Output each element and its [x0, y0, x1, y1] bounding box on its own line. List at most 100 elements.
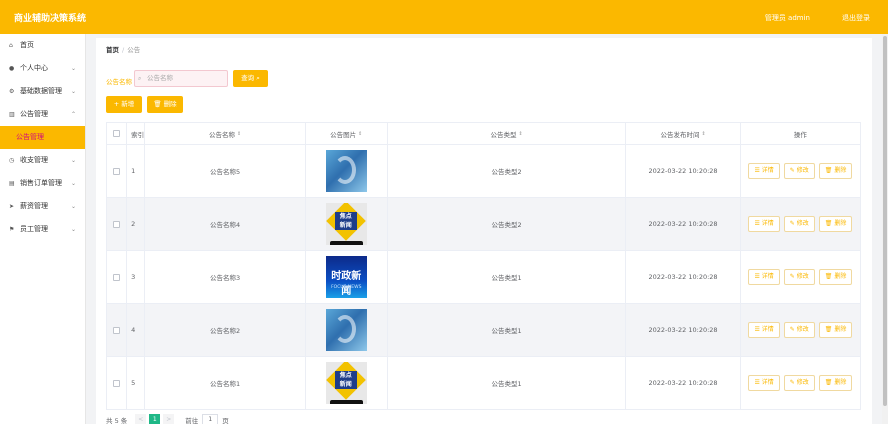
delete-button[interactable]: 🗑 删除 [818, 163, 853, 179]
notice-thumbnail[interactable] [325, 309, 367, 351]
prev-page-button[interactable]: < [135, 414, 147, 424]
header-type[interactable]: 公告类型 ⇕ [388, 123, 627, 144]
bulk-delete-label: 删除 [163, 100, 177, 108]
table-row: 2 公告名称4 焦点 新闻 公告类型2 2022-03-22 10:20:28 ☰… [107, 198, 862, 251]
thumb-headline: 时政新闻 [331, 271, 362, 297]
row-index: 4 [127, 304, 146, 356]
row-index: 2 [127, 198, 146, 250]
delete-button[interactable]: 🗑 删除 [818, 322, 853, 338]
query-button[interactable]: 查询 ⌕ [233, 70, 268, 87]
row-actions: ☰ 详情 ✎ 修改 🗑 删除 [741, 198, 862, 250]
table-row: 4 公告名称2 公告类型1 2022-03-22 10:20:28 ☰ 详情 ✎… [107, 304, 862, 357]
scrollbar-thumb[interactable] [883, 36, 887, 406]
row-name: 公告名称3 [145, 251, 306, 303]
edit-label: 修改 [796, 379, 809, 386]
detail-button[interactable]: ☰ 详情 [748, 322, 780, 338]
delete-label: 删除 [834, 273, 847, 280]
badge-text: 焦点 新闻 [334, 371, 357, 389]
breadcrumb-separator: / [122, 46, 125, 54]
chevron-down-icon: ⌄ [70, 180, 76, 187]
row-check-cell [107, 357, 128, 409]
sidebar-item-basic-data[interactable]: ⚙ 基础数据管理 ⌄ [0, 80, 85, 103]
logout-link[interactable]: 退出登录 [842, 13, 870, 23]
next-page-button[interactable]: > [163, 414, 175, 424]
notice-thumbnail[interactable]: 时政新闻 FOCUS NEWS [325, 256, 367, 298]
delete-label: 删除 [834, 167, 847, 174]
swirl-graphic [333, 156, 356, 184]
header-name[interactable]: 公告名称 ⇕ [145, 123, 306, 144]
sidebar-item-notice-group[interactable]: ▥ 公告管理 ⌃ [0, 103, 85, 126]
detail-label: 详情 [761, 273, 774, 280]
breadcrumb-home[interactable]: 首页 [106, 46, 119, 54]
row-type: 公告类型1 [388, 357, 627, 409]
row-checkbox[interactable] [113, 273, 121, 281]
select-all-checkbox[interactable] [113, 130, 121, 137]
goto-page-input[interactable]: 1 [202, 414, 219, 424]
sidebar-item-staff[interactable]: ⚑ 员工管理 ⌄ [0, 218, 85, 241]
bulk-delete-button[interactable]: 🗑 删除 [147, 96, 183, 113]
page-scrollbar[interactable] [882, 34, 888, 424]
row-check-cell [107, 198, 128, 250]
detail-label: 详情 [761, 379, 774, 386]
header-image[interactable]: 公告图片 ⇕ [306, 123, 388, 144]
sidebar-item-sales-orders[interactable]: ▤ 销售订单管理 ⌄ [0, 172, 85, 195]
sidebar-item-label: 个人中心 [20, 64, 48, 72]
edit-icon: ✎ [789, 273, 795, 280]
notice-thumbnail[interactable] [325, 150, 367, 192]
edit-button[interactable]: ✎ 修改 [783, 269, 815, 285]
sidebar-item-salary[interactable]: ➤ 薪资管理 ⌄ [0, 195, 85, 218]
sort-icon: ⇕ [236, 130, 242, 137]
delete-button[interactable]: 🗑 删除 [818, 375, 853, 391]
badge-line-2: 新闻 [339, 381, 352, 388]
bar-graphic [329, 241, 363, 245]
query-button-label: 查询 [241, 74, 255, 82]
detail-button[interactable]: ☰ 详情 [748, 375, 780, 391]
sidebar-item-label: 公告管理 [20, 110, 48, 118]
detail-button[interactable]: ☰ 详情 [748, 163, 780, 179]
sidebar-item-label: 薪资管理 [20, 202, 48, 210]
sidebar-item-notice[interactable]: 公告管理 [0, 126, 85, 149]
notice-thumbnail[interactable]: 焦点 新闻 [325, 203, 367, 245]
detail-icon: ☰ [754, 220, 760, 227]
row-actions: ☰ 详情 ✎ 修改 🗑 删除 [741, 251, 862, 303]
row-checkbox[interactable] [113, 326, 121, 334]
edit-button[interactable]: ✎ 修改 [783, 375, 815, 391]
delete-button[interactable]: 🗑 删除 [818, 216, 853, 232]
edit-icon: ✎ [789, 220, 795, 227]
row-checkbox[interactable] [113, 379, 121, 387]
detail-button[interactable]: ☰ 详情 [748, 269, 780, 285]
table-header-row: 索引 公告名称 ⇕ 公告图片 ⇕ 公告类型 ⇕ 公告发布时间 ⇕ 操作 [107, 123, 862, 145]
edit-button[interactable]: ✎ 修改 [783, 216, 815, 232]
header-time[interactable]: 公告发布时间 ⇕ [626, 123, 741, 144]
search-icon: ⌕ [256, 74, 260, 82]
notice-thumbnail[interactable]: 焦点 新闻 [325, 362, 367, 404]
chevron-down-icon: ⌄ [70, 203, 76, 210]
breadcrumb: 首页 / 公告 [106, 44, 140, 54]
main-panel: 首页 / 公告 公告名称 ⌕ 公告名称 查询 ⌕ + 新增 🗑 删除 索引 公告名称… [96, 38, 872, 424]
sidebar-item-home[interactable]: ⌂ 首页 [0, 34, 85, 57]
edit-button[interactable]: ✎ 修改 [783, 322, 815, 338]
delete-button[interactable]: 🗑 删除 [818, 269, 853, 285]
row-checkbox[interactable] [113, 220, 121, 228]
row-checkbox[interactable] [113, 167, 121, 175]
row-image-cell: 时政新闻 FOCUS NEWS [306, 251, 388, 303]
page-number-active[interactable]: 1 [149, 414, 161, 424]
current-user: 管理员 admin [764, 14, 810, 22]
row-actions: ☰ 详情 ✎ 修改 🗑 删除 [741, 357, 862, 409]
flag-icon: ⚑ [9, 226, 15, 233]
chevron-down-icon: ⌄ [70, 65, 76, 72]
search-input[interactable]: ⌕ 公告名称 [134, 70, 228, 87]
edit-button[interactable]: ✎ 修改 [783, 163, 815, 179]
sidebar-item-profile[interactable]: ● 个人中心 ⌄ [0, 57, 85, 80]
detail-button[interactable]: ☰ 详情 [748, 216, 780, 232]
settings-icon: ⚙ [9, 88, 15, 95]
header-name-label: 公告名称 [208, 130, 235, 139]
edit-label: 修改 [796, 220, 809, 227]
sort-icon: ⇕ [358, 130, 363, 137]
add-button[interactable]: + 新增 [106, 96, 142, 113]
row-index: 5 [127, 357, 146, 409]
sidebar-item-finance[interactable]: ◷ 收支管理 ⌄ [0, 149, 85, 172]
row-check-cell [107, 304, 128, 356]
row-actions: ☰ 详情 ✎ 修改 🗑 删除 [741, 304, 862, 356]
sidebar-item-label: 首页 [20, 41, 34, 49]
